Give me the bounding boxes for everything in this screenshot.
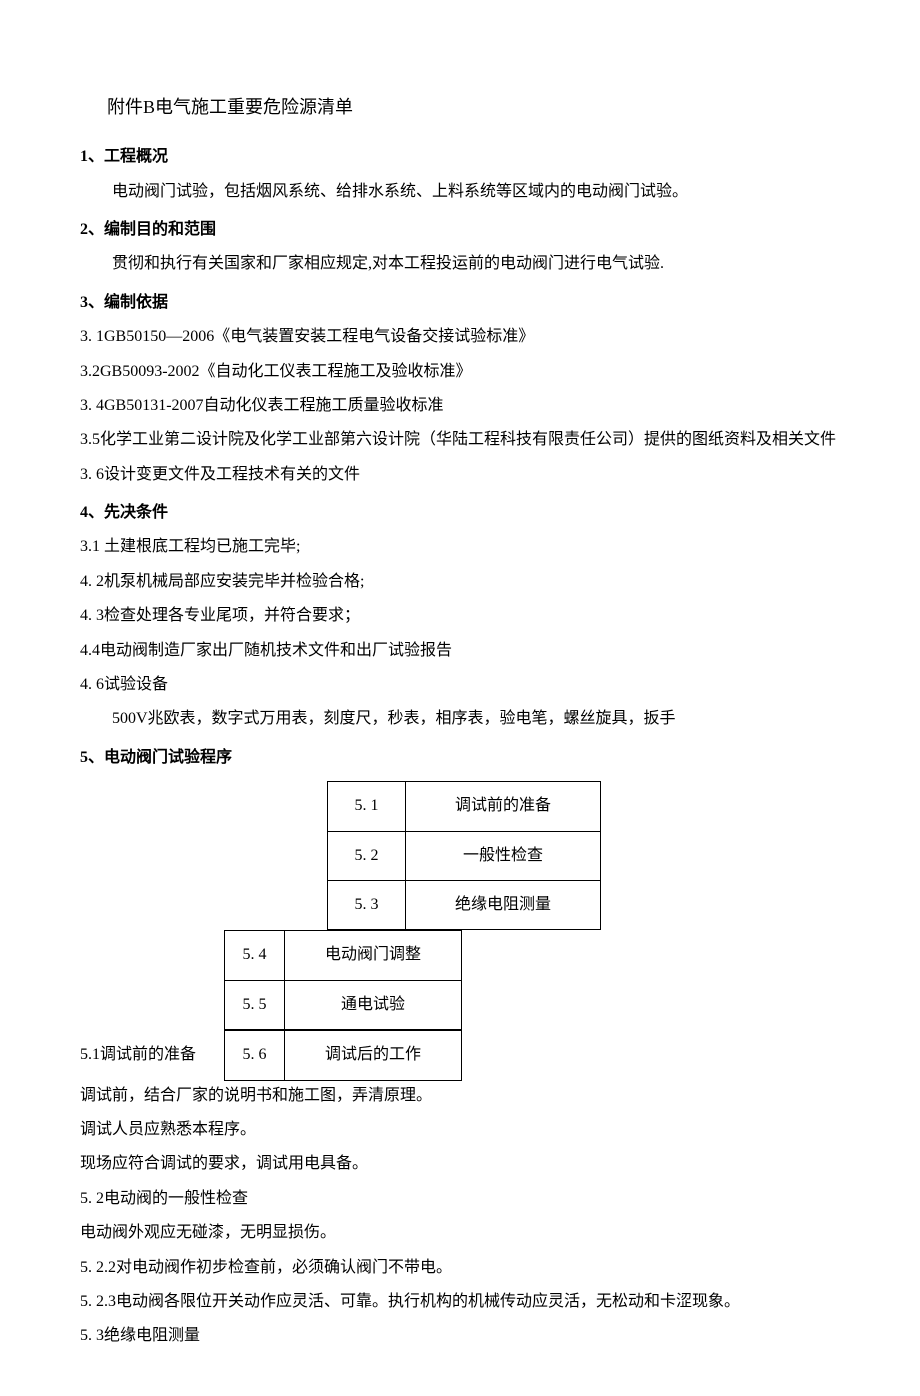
item-4-5: 4. 6试验设备 <box>80 670 840 700</box>
page-title: 附件B电气施工重要危险源清单 <box>80 90 840 124</box>
row-5-6-wrap: 5.1调试前的准备 5. 6 调试后的工作 <box>80 1030 840 1080</box>
table-row: 5. 4 电动阀门调整 <box>225 931 462 980</box>
step-text: 调试前的准备 <box>406 782 601 831</box>
document-root: 附件B电气施工重要危险源清单 1、工程概况 电动阀门试验，包括烟风系统、给排水系… <box>80 90 840 1352</box>
item-3-4: 3.5化学工业第二设计院及化学工业部第六设计院（华陆工程科技有限责任公司）提供的… <box>80 425 840 455</box>
para-1-1: 电动阀门试验，包括烟风系统、给排水系统、上料系统等区域内的电动阀门试验。 <box>80 177 840 207</box>
table-row: 5. 3 绝缘电阻测量 <box>328 881 601 930</box>
step-text: 调试后的工作 <box>285 1031 462 1080</box>
para-5-1a: 调试前，结合厂家的说明书和施工图，弄清原理。 <box>80 1081 840 1111</box>
step-num: 5. 4 <box>225 931 285 980</box>
para-5-2c: 5. 2.3电动阀各限位开关动作应灵活、可靠。执行机构的机械传动应灵活，无松动和… <box>80 1287 840 1317</box>
item-4-5b: 500V兆欧表，数字式万用表，刻度尺，秒表，相序表，验电笔，螺丝旋具，扳手 <box>80 704 840 734</box>
para-5-2: 5. 2电动阀的一般性检查 <box>80 1184 840 1214</box>
heading-4: 4、先决条件 <box>80 498 840 528</box>
heading-3: 3、编制依据 <box>80 288 840 318</box>
para-5-1-label: 5.1调试前的准备 <box>80 1040 224 1070</box>
item-4-4: 4.4电动阀制造厂家出厂随机技术文件和出厂试验报告 <box>80 636 840 666</box>
item-4-1: 3.1 土建根底工程均已施工完毕; <box>80 532 840 562</box>
para-5-2b: 5. 2.2对电动阀作初步检查前，必须确认阀门不带电。 <box>80 1253 840 1283</box>
item-3-2: 3.2GB50093-2002《自动化工仪表工程施工及验收标准》 <box>80 357 840 387</box>
item-3-1: 3. 1GB50150—2006《电气装置安装工程电气设备交接试验标准》 <box>80 322 840 352</box>
table-row: 5. 2 一般性检查 <box>328 831 601 880</box>
heading-5: 5、电动阀门试验程序 <box>80 743 840 773</box>
step-text: 绝缘电阻测量 <box>406 881 601 930</box>
step-text: 电动阀门调整 <box>285 931 462 980</box>
step-num: 5. 6 <box>225 1031 285 1080</box>
step-num: 5. 5 <box>225 980 285 1029</box>
para-5-3: 5. 3绝缘电阻测量 <box>80 1321 840 1351</box>
item-4-3: 4. 3检查处理各专业尾项，并符合要求； <box>80 601 840 631</box>
para-5-1c: 现场应符合调试的要求，调试用电具备。 <box>80 1149 840 1179</box>
table-row: 5. 5 通电试验 <box>225 980 462 1029</box>
procedure-table-3: 5. 6 调试后的工作 <box>224 1030 462 1080</box>
procedure-table-1: 5. 1 调试前的准备 5. 2 一般性检查 5. 3 绝缘电阻测量 <box>327 781 601 930</box>
step-text: 通电试验 <box>285 980 462 1029</box>
para-2-1: 贯彻和执行有关国家和厂家相应规定,对本工程投运前的电动阀门进行电气试验. <box>80 249 840 279</box>
heading-1: 1、工程概况 <box>80 142 840 172</box>
step-num: 5. 1 <box>328 782 406 831</box>
step-num: 5. 3 <box>328 881 406 930</box>
table-row: 5. 6 调试后的工作 <box>225 1031 462 1080</box>
procedure-table-2: 5. 4 电动阀门调整 5. 5 通电试验 <box>224 930 462 1030</box>
item-3-5: 3. 6设计变更文件及工程技术有关的文件 <box>80 460 840 490</box>
item-4-2: 4. 2机泵机械局部应安装完毕并检验合格; <box>80 567 840 597</box>
para-5-2a: 电动阀外观应无碰漆，无明显损伤。 <box>80 1218 840 1248</box>
step-text: 一般性检查 <box>406 831 601 880</box>
heading-2: 2、编制目的和范围 <box>80 215 840 245</box>
table-row: 5. 1 调试前的准备 <box>328 782 601 831</box>
item-3-3: 3. 4GB50131-2007自动化仪表工程施工质量验收标准 <box>80 391 840 421</box>
step-num: 5. 2 <box>328 831 406 880</box>
para-5-1b: 调试人员应熟悉本程序。 <box>80 1115 840 1145</box>
